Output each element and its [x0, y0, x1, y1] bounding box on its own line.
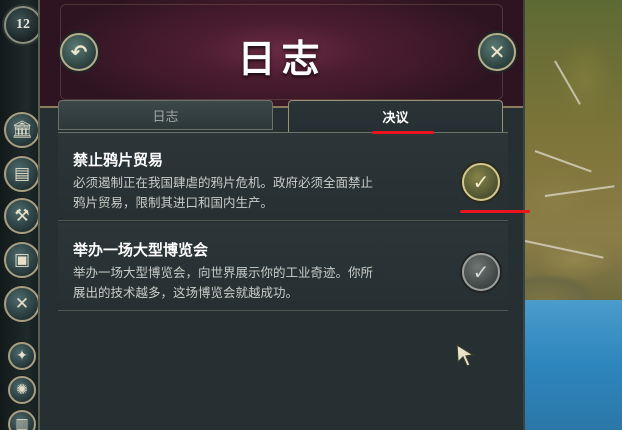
- research-button[interactable]: ✺: [8, 376, 36, 404]
- red-annotation-mark: [460, 210, 530, 213]
- decision-row: 禁止鸦片贸易 必须遏制正在我国肆虐的鸦片危机。政府必须全面禁止 鸦片贸易，限制其…: [58, 133, 508, 221]
- factory-button[interactable]: ⚒: [4, 198, 40, 234]
- tab-decisions[interactable]: 决议: [288, 100, 503, 132]
- compass-button[interactable]: ✦: [8, 342, 36, 370]
- tab-label: 日志: [152, 109, 179, 125]
- parliament-button[interactable]: 🏛: [4, 112, 40, 148]
- map-sea: [515, 300, 622, 430]
- world-map[interactable]: [515, 0, 622, 430]
- close-button[interactable]: ✕: [478, 33, 516, 71]
- map-road: [544, 185, 615, 197]
- decisions-list: 禁止鸦片贸易 必须遏制正在我国肆虐的鸦片危机。政府必须全面禁止 鸦片贸易，限制其…: [58, 132, 508, 430]
- enact-decision-button[interactable]: ✓: [462, 163, 500, 201]
- decision-description-line: 鸦片贸易，限制其进口和国内生产。: [73, 196, 274, 210]
- decision-description-line: 举办一场大型博览会，向世界展示你的工业奇迹。你所: [73, 266, 374, 280]
- crate-icon: ▣: [13, 250, 31, 270]
- checkmark-icon: ✓: [472, 170, 490, 194]
- map-road: [554, 60, 581, 105]
- parliament-icon: 🏛: [11, 120, 33, 140]
- mouse-cursor-icon: [456, 343, 475, 367]
- turn-number: 12: [16, 17, 30, 32]
- decision-description: 必须遏制正在我国肆虐的鸦片危机。政府必须全面禁止 鸦片贸易，限制其进口和国内生产…: [73, 173, 453, 213]
- back-arrow-icon: ↶: [70, 40, 88, 64]
- close-icon: ✕: [488, 40, 506, 64]
- encyclopedia-button[interactable]: ▥: [8, 410, 36, 430]
- tab-journal[interactable]: 日志: [58, 100, 273, 130]
- map-road: [524, 240, 604, 259]
- factory-icon: ⚒: [14, 206, 30, 226]
- decision-description: 举办一场大型博览会，向世界展示你的工业奇迹。你所 展出的技术越多，这场博览会就越…: [73, 263, 453, 303]
- dialog-title: 日志: [237, 37, 326, 81]
- decision-row: 举办一场大型博览会 举办一场大型博览会，向世界展示你的工业奇迹。你所 展出的技术…: [58, 223, 508, 311]
- decision-description-line: 必须遏制正在我国肆虐的鸦片危机。政府必须全面禁止: [73, 176, 374, 190]
- map-road: [534, 150, 592, 173]
- decision-title: 禁止鸦片贸易: [73, 151, 164, 169]
- military-button[interactable]: ✕: [4, 286, 40, 322]
- crate-button[interactable]: ▣: [4, 242, 40, 278]
- lightbulb-icon: ✺: [16, 382, 28, 398]
- scroll-button[interactable]: ▤: [4, 156, 40, 192]
- enact-decision-button-disabled[interactable]: ✓: [462, 253, 500, 291]
- decision-description-line: 展出的技术越多，这场博览会就越成功。: [73, 286, 299, 300]
- red-annotation-underline: [372, 131, 434, 134]
- scroll-icon: ▤: [13, 164, 31, 184]
- checkmark-icon: ✓: [472, 260, 490, 284]
- turn-badge[interactable]: 12: [4, 6, 42, 44]
- decision-title: 举办一场大型博览会: [73, 241, 209, 259]
- book-icon: ▥: [15, 416, 29, 430]
- crossed-swords-icon: ✕: [14, 294, 30, 314]
- journal-dialog: 日志 ↶ ✕ 日志 决议 禁止鸦片贸易 必须遏制正在我国肆虐的鸦片危机。政府必须…: [38, 0, 525, 430]
- compass-icon: ✦: [16, 348, 28, 364]
- dialog-tabs: 日志 决议: [58, 100, 503, 134]
- back-button[interactable]: ↶: [60, 33, 98, 71]
- tab-label: 决议: [382, 111, 409, 126]
